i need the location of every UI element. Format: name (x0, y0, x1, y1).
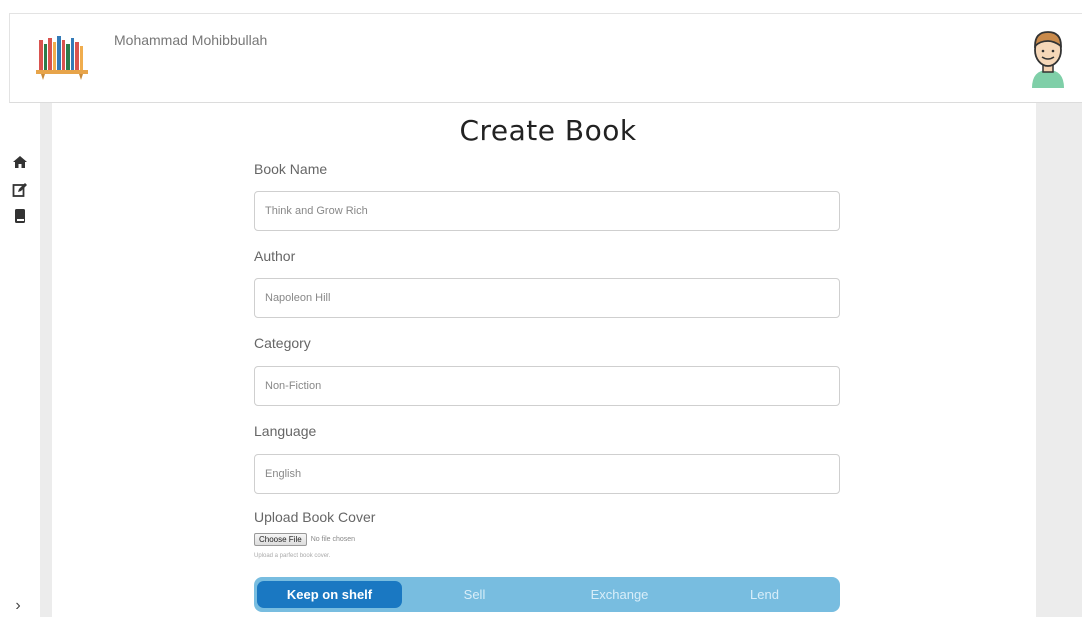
sidebar-rail (40, 103, 52, 617)
segment-sell[interactable]: Sell (402, 581, 547, 608)
book-name-label: Book Name (254, 161, 328, 177)
author-input[interactable]: Napoleon Hill (254, 278, 840, 318)
file-upload-row: Choose File No file chosen (254, 533, 355, 546)
category-input[interactable]: Non-Fiction (254, 366, 840, 406)
book-icon[interactable] (12, 208, 28, 224)
top-header: Mohammad Mohibbullah (9, 13, 1082, 103)
book-action-segmented-control: Keep on shelf Sell Exchange Lend (254, 577, 840, 612)
segment-keep-on-shelf[interactable]: Keep on shelf (257, 581, 402, 608)
bookshelf-logo-icon (36, 36, 88, 80)
segment-lend[interactable]: Lend (692, 581, 837, 608)
language-label: Language (254, 423, 317, 439)
page-title: Create Book (459, 114, 637, 147)
upload-cover-label: Upload Book Cover (254, 509, 376, 525)
home-icon[interactable] (12, 154, 28, 170)
book-name-input[interactable]: Think and Grow Rich (254, 191, 840, 231)
file-status: No file chosen (310, 536, 356, 543)
segment-exchange[interactable]: Exchange (547, 581, 692, 608)
author-label: Author (254, 248, 296, 264)
expand-sidebar-button[interactable]: › (8, 596, 28, 616)
category-label: Category (254, 335, 311, 351)
right-panel-strip (1036, 103, 1082, 617)
choose-file-button[interactable]: Choose File (254, 533, 307, 546)
user-name: Mohammad Mohibbullah (114, 32, 268, 48)
edit-icon[interactable] (12, 182, 28, 198)
language-input[interactable]: English (254, 454, 840, 494)
user-avatar-icon[interactable] (1026, 26, 1070, 88)
upload-hint: Upload a parfect book cover. (254, 553, 331, 559)
